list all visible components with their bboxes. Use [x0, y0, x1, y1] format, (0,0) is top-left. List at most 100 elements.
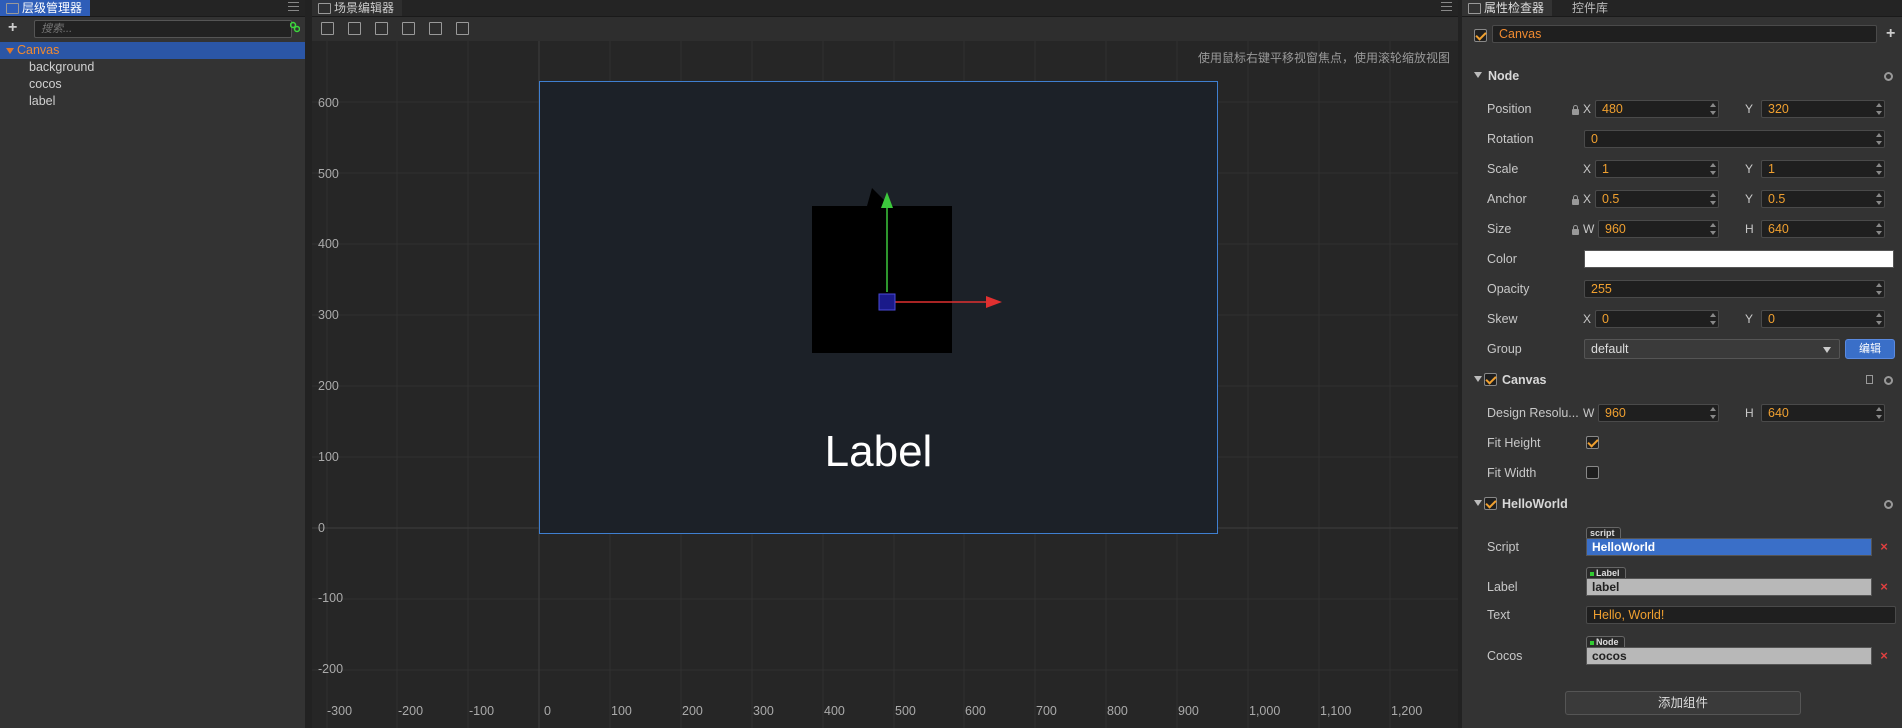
text-input[interactable]: Hello, World! [1586, 606, 1896, 624]
settings-gear-icon[interactable] [1884, 72, 1893, 81]
clear-label-icon[interactable]: × [1875, 578, 1893, 596]
lock-icon[interactable] [1572, 195, 1579, 205]
node-section-header[interactable]: Node [1462, 65, 1902, 87]
collapse-icon [1474, 72, 1482, 78]
hierarchy-icon [6, 3, 19, 14]
anchor-x-input[interactable]: 0.5 [1595, 190, 1719, 208]
node-active-checkbox[interactable] [1474, 29, 1487, 42]
size-h-input[interactable]: 640 [1761, 220, 1885, 238]
scale-row: Scale X 1 Y 1 [1462, 157, 1902, 183]
rotation-input[interactable]: 0 [1584, 130, 1885, 148]
book-icon[interactable] [1866, 375, 1873, 384]
hierarchy-toolbar: + 搜索... [0, 17, 305, 41]
cocos-ref-field[interactable]: cocos [1586, 647, 1872, 665]
position-x-input[interactable]: 480 [1595, 100, 1719, 118]
tree-node-background[interactable]: background [0, 59, 305, 76]
scene-editor-panel: 场景编辑器 使用鼠标右键平移视窗焦点，使用滚轮缩放视图 600 500 400 … [312, 0, 1458, 728]
settings-gear-icon[interactable] [1884, 500, 1893, 509]
lock-icon[interactable] [1572, 225, 1579, 235]
add-icon[interactable]: + [1886, 25, 1895, 43]
expand-caret-icon[interactable] [6, 48, 14, 54]
script-ref-field[interactable]: HelloWorld [1586, 538, 1872, 556]
clear-script-icon[interactable]: × [1875, 538, 1893, 556]
panel-splitter-left[interactable] [305, 0, 312, 728]
y-tick-label: 200 [318, 379, 339, 393]
x-tick-label: 200 [682, 704, 703, 718]
add-component-button[interactable]: 添加组件 [1565, 691, 1801, 715]
skew-x-input[interactable]: 0 [1595, 310, 1719, 328]
scene-menu-icon[interactable] [1441, 2, 1452, 12]
collapse-icon [1474, 376, 1482, 382]
rotation-row: Rotation 0 [1462, 127, 1902, 153]
scene-icon [318, 3, 331, 14]
canvas-node-bounds[interactable]: Label [539, 81, 1218, 534]
scale-x-input[interactable]: 1 [1595, 160, 1719, 178]
fit-width-checkbox[interactable] [1586, 466, 1599, 479]
search-input[interactable]: 搜索... [34, 20, 292, 38]
fit-height-checkbox[interactable] [1586, 436, 1599, 449]
color-row: Color [1462, 247, 1902, 273]
group-select[interactable]: default [1584, 339, 1840, 359]
y-tick-label: -200 [318, 662, 344, 676]
label-ref-field[interactable]: label [1586, 578, 1872, 596]
helloworld-enabled-checkbox[interactable] [1484, 497, 1497, 510]
scene-viewport[interactable]: 使用鼠标右键平移视窗焦点，使用滚轮缩放视图 600 500 400 300 20… [312, 41, 1458, 728]
align-vcenter-icon[interactable] [348, 22, 361, 35]
size-w-input[interactable]: 960 [1598, 220, 1719, 238]
helloworld-component-header[interactable]: HelloWorld [1462, 493, 1902, 515]
edit-group-button[interactable]: 编辑 [1845, 339, 1895, 359]
design-resolution-h-input[interactable]: 640 [1761, 404, 1885, 422]
align-top-icon[interactable] [321, 22, 334, 35]
y-tick-label: -100 [318, 591, 344, 605]
cocos-creator-editor: 层级管理器 + 搜索... Canvas background cocos la… [0, 0, 1902, 728]
chevron-down-icon [1823, 347, 1831, 353]
node-name-input[interactable]: Canvas [1492, 25, 1877, 43]
anchor-y-input[interactable]: 0.5 [1761, 190, 1885, 208]
hierarchy-menu-icon[interactable] [288, 2, 299, 12]
position-y-input[interactable]: 320 [1761, 100, 1885, 118]
align-toolbar [312, 17, 1458, 42]
align-right-icon[interactable] [456, 22, 469, 35]
align-bottom-icon[interactable] [375, 22, 388, 35]
tree-node-canvas[interactable]: Canvas [0, 42, 305, 59]
y-tick-label: 100 [318, 450, 339, 464]
tab-hierarchy[interactable]: 层级管理器 [0, 0, 91, 16]
scale-y-input[interactable]: 1 [1761, 160, 1885, 178]
tab-inspector[interactable]: 属性检查器 [1462, 0, 1553, 16]
tab-scene-editor[interactable]: 场景编辑器 [312, 0, 403, 16]
color-swatch[interactable] [1584, 250, 1894, 268]
align-hcenter-icon[interactable] [429, 22, 442, 35]
opacity-row: Opacity 255 [1462, 277, 1902, 303]
x-tick-label: 400 [824, 704, 845, 718]
clear-cocos-icon[interactable]: × [1875, 647, 1893, 665]
text-row: Text Hello, World! [1462, 603, 1902, 629]
x-tick-label: 1,100 [1320, 704, 1352, 718]
hierarchy-panel: 层级管理器 + 搜索... Canvas background cocos la… [0, 0, 305, 728]
cocos-ref-row: Cocos Node cocos × [1462, 634, 1902, 666]
label-ref-row: Label Label label × [1462, 565, 1902, 597]
fit-height-row: Fit Height [1462, 431, 1902, 457]
x-tick-label: -300 [327, 704, 353, 718]
align-left-icon[interactable] [402, 22, 415, 35]
tab-widget-library[interactable]: 控件库 [1562, 0, 1616, 16]
x-tick-label: 500 [895, 704, 916, 718]
skew-y-input[interactable]: 0 [1761, 310, 1885, 328]
settings-gear-icon[interactable] [1884, 376, 1893, 385]
move-gizmo[interactable] [878, 190, 1018, 320]
anchor-row: Anchor X 0.5 Y 0.5 [1462, 187, 1902, 213]
locate-node-icon[interactable] [290, 21, 300, 33]
x-tick-label: -100 [469, 704, 495, 718]
lock-icon[interactable] [1572, 105, 1579, 115]
x-tick-label: 900 [1178, 704, 1199, 718]
canvas-component-header[interactable]: Canvas [1462, 369, 1902, 391]
design-resolution-w-input[interactable]: 960 [1598, 404, 1719, 422]
x-tick-label: 1,200 [1391, 704, 1423, 718]
y-tick-label: 300 [318, 308, 339, 322]
group-row: Group default 编辑 [1462, 337, 1902, 363]
tree-node-label[interactable]: label [0, 93, 305, 110]
add-node-icon[interactable]: + [8, 19, 17, 37]
opacity-input[interactable]: 255 [1584, 280, 1885, 298]
canvas-enabled-checkbox[interactable] [1484, 373, 1497, 386]
tree-node-cocos[interactable]: cocos [0, 76, 305, 93]
label-node-text[interactable]: Label [540, 427, 1217, 477]
